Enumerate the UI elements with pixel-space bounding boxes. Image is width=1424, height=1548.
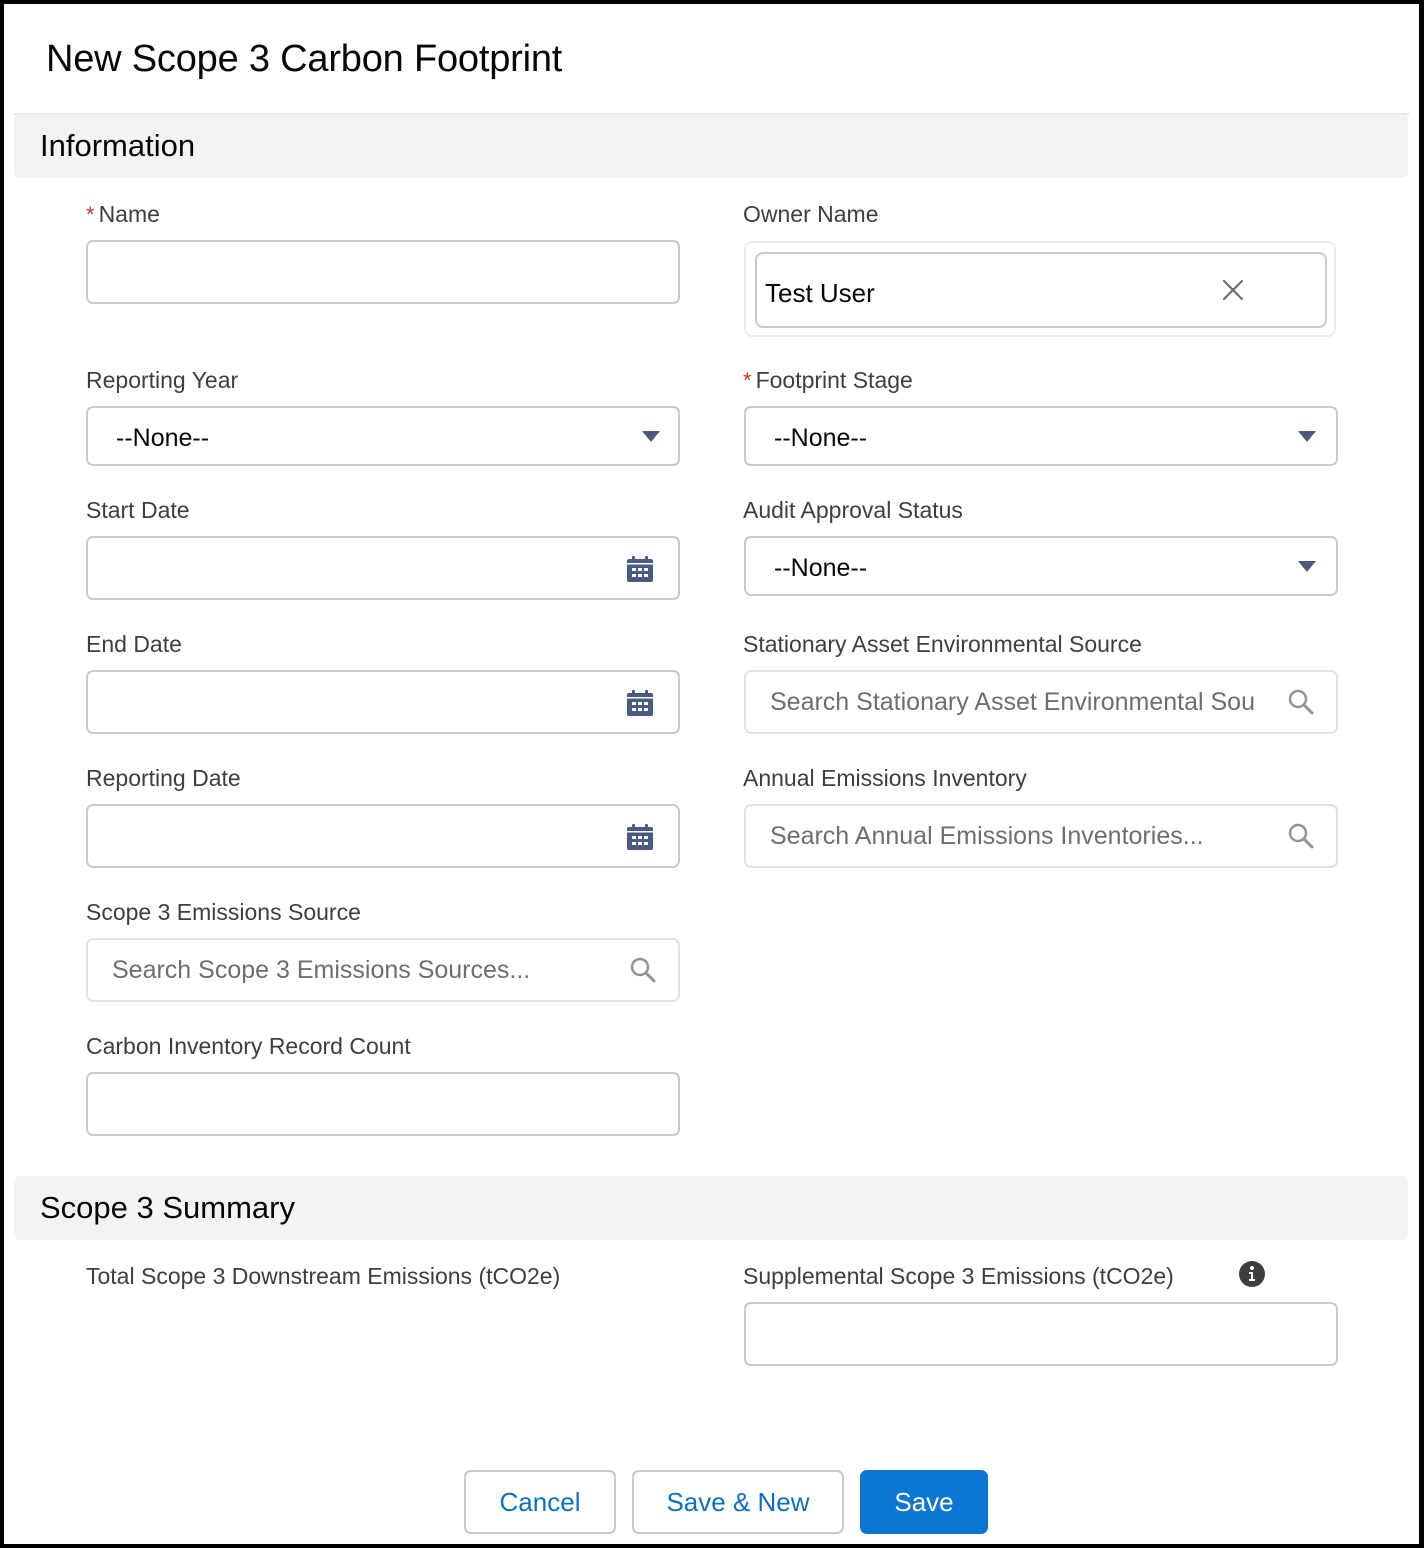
chevron-down-icon	[1298, 561, 1316, 572]
annual-emissions-inventory-placeholder: Search Annual Emissions Inventories...	[770, 822, 1204, 850]
footprint-stage-label: * Footprint Stage	[743, 367, 913, 393]
total-downstream-emissions-label: Total Scope 3 Downstream Emissions (tCO2…	[86, 1263, 561, 1289]
required-indicator: *	[743, 368, 752, 393]
reporting-date-input[interactable]	[86, 804, 680, 868]
scope3-emissions-source-label: Scope 3 Emissions Source	[86, 899, 361, 925]
modal-title: New Scope 3 Carbon Footprint	[46, 38, 563, 80]
reporting-year-label: Reporting Year	[86, 367, 239, 393]
reporting-year-value: --None--	[116, 424, 210, 452]
end-date-label: End Date	[86, 631, 182, 657]
audit-approval-status-select[interactable]: --None--	[744, 536, 1338, 596]
chevron-down-icon	[642, 431, 660, 442]
carbon-inventory-record-count-label: Carbon Inventory Record Count	[86, 1033, 411, 1059]
calendar-icon[interactable]	[626, 689, 654, 717]
scope3-emissions-source-search[interactable]: Search Scope 3 Emissions Sources...	[86, 938, 680, 1002]
annual-emissions-inventory-search[interactable]: Search Annual Emissions Inventories...	[744, 804, 1338, 868]
supplemental-emissions-label: Supplemental Scope 3 Emissions (tCO2e)	[743, 1263, 1174, 1289]
footprint-stage-select[interactable]: --None--	[744, 406, 1338, 466]
section-label: Information	[40, 128, 196, 163]
start-date-label: Start Date	[86, 497, 190, 523]
owner-name-input[interactable]: Test User	[755, 252, 1327, 328]
search-icon	[1288, 823, 1314, 849]
owner-name-value: Test User	[765, 278, 875, 308]
save-and-new-button[interactable]: Save & New	[632, 1470, 844, 1534]
footprint-stage-value: --None--	[774, 424, 868, 452]
audit-approval-status-label: Audit Approval Status	[743, 497, 963, 523]
audit-approval-status-value: --None--	[774, 554, 868, 582]
owner-name-label: Owner Name	[743, 201, 879, 227]
save-button[interactable]: Save	[860, 1470, 988, 1534]
stationary-asset-source-label: Stationary Asset Environmental Source	[743, 631, 1142, 657]
section-label: Scope 3 Summary	[40, 1190, 295, 1225]
close-icon[interactable]	[1221, 278, 1245, 302]
owner-name-lookup: Test User	[744, 241, 1336, 337]
calendar-icon[interactable]	[626, 555, 654, 583]
name-label: * Name	[86, 201, 160, 227]
section-header-scope3-summary[interactable]: Scope 3 Summary	[14, 1176, 1408, 1240]
name-input[interactable]	[86, 240, 680, 304]
info-icon[interactable]	[1238, 1260, 1266, 1288]
reporting-year-select[interactable]: --None--	[86, 406, 680, 466]
carbon-inventory-record-count-input[interactable]	[86, 1072, 680, 1136]
stationary-asset-source-search[interactable]: Search Stationary Asset Environmental So…	[744, 670, 1338, 734]
required-indicator: *	[86, 202, 95, 227]
supplemental-emissions-input[interactable]	[744, 1302, 1338, 1366]
new-record-modal: New Scope 3 Carbon Footprint Information…	[4, 4, 1419, 1544]
stationary-asset-source-placeholder: Search Stationary Asset Environmental So…	[770, 688, 1256, 716]
cancel-button[interactable]: Cancel	[464, 1470, 616, 1534]
start-date-input[interactable]	[86, 536, 680, 600]
search-icon	[1288, 689, 1314, 715]
scope3-emissions-source-placeholder: Search Scope 3 Emissions Sources...	[112, 956, 531, 984]
chevron-down-icon	[1298, 431, 1316, 442]
calendar-icon[interactable]	[626, 823, 654, 851]
annual-emissions-inventory-label: Annual Emissions Inventory	[743, 765, 1027, 791]
end-date-input[interactable]	[86, 670, 680, 734]
section-header-information[interactable]: Information	[14, 114, 1408, 178]
search-icon	[630, 957, 656, 983]
reporting-date-label: Reporting Date	[86, 765, 241, 791]
